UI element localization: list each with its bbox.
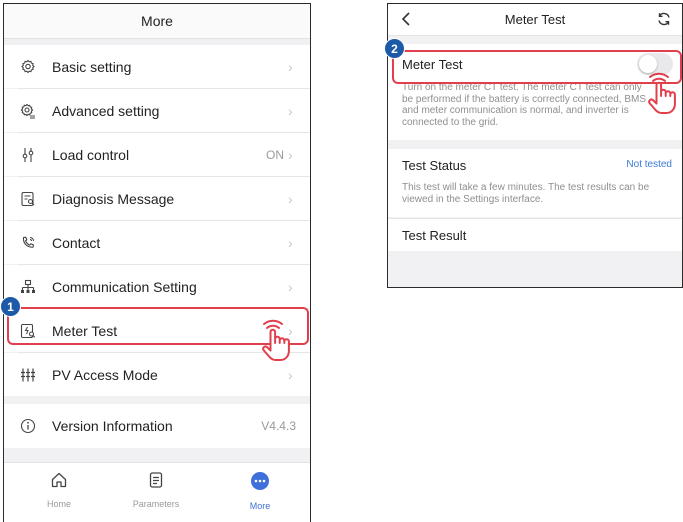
tab-label: Parameters bbox=[132, 499, 180, 509]
phone-icon bbox=[18, 233, 38, 253]
diagnosis-icon bbox=[18, 189, 38, 209]
info-icon bbox=[18, 416, 38, 436]
gear-icon bbox=[18, 57, 38, 77]
test-result-label: Test Result bbox=[402, 228, 467, 243]
menu-item-basic-setting[interactable]: Basic setting › bbox=[4, 45, 310, 88]
menu-item-label: Basic setting bbox=[52, 58, 132, 75]
meter-test-screen: Meter Test Meter Test Turn on the meter … bbox=[387, 3, 683, 288]
hand-pointer-icon bbox=[640, 72, 682, 121]
test-status-section: Test Status Not tested This test will ta… bbox=[388, 149, 682, 217]
chevron-right-icon: › bbox=[288, 234, 293, 251]
chevron-right-icon: › bbox=[288, 278, 293, 295]
more-header: More bbox=[4, 4, 310, 39]
menu-item-label: Diagnosis Message bbox=[52, 190, 175, 207]
menu-item-contact[interactable]: Contact › bbox=[4, 221, 310, 264]
menu-item-diagnosis-message[interactable]: Diagnosis Message › bbox=[4, 177, 310, 220]
refresh-icon bbox=[658, 12, 670, 26]
tab-label: More bbox=[249, 501, 271, 511]
chevron-right-icon: › bbox=[288, 146, 293, 163]
chevron-right-icon: › bbox=[288, 102, 293, 119]
menu-item-label: PV Access Mode bbox=[52, 366, 158, 383]
tab-label: Home bbox=[46, 499, 71, 509]
test-status-value: Not tested bbox=[626, 159, 672, 170]
tab-parameters[interactable]: Parameters bbox=[126, 471, 186, 509]
document-icon bbox=[147, 471, 165, 491]
tab-home[interactable]: Home bbox=[29, 471, 89, 509]
menu-item-communication-setting[interactable]: Communication Setting › bbox=[4, 265, 310, 308]
test-status-note: This test will take a few minutes. The t… bbox=[402, 182, 650, 205]
test-result-row[interactable]: Test Result bbox=[388, 218, 682, 251]
more-icon bbox=[250, 471, 270, 493]
menu-item-load-control[interactable]: Load control ON › bbox=[4, 133, 310, 176]
meter-test-toggle-highlight bbox=[392, 50, 682, 84]
test-status-label: Test Status bbox=[402, 158, 467, 173]
bottom-tab-bar: Home Parameters More bbox=[4, 462, 310, 522]
meter-test-header: Meter Test bbox=[388, 4, 682, 36]
chevron-right-icon: › bbox=[288, 58, 293, 75]
home-icon bbox=[50, 471, 68, 491]
page-title: More bbox=[141, 13, 173, 29]
menu-item-label: Advanced setting bbox=[52, 102, 160, 119]
step-badge-2: 2 bbox=[384, 38, 405, 59]
pv-mode-icon bbox=[18, 365, 38, 385]
back-button[interactable] bbox=[400, 11, 414, 30]
refresh-button[interactable] bbox=[656, 11, 672, 30]
meter-test-note: Turn on the meter CT test. The meter CT … bbox=[402, 82, 646, 128]
hand-pointer-icon bbox=[254, 319, 296, 368]
menu-item-advanced-setting[interactable]: Advanced setting › bbox=[4, 89, 310, 132]
chevron-right-icon: › bbox=[288, 366, 293, 383]
version-value: V4.4.3 bbox=[261, 419, 296, 433]
version-label: Version Information bbox=[52, 418, 173, 434]
network-icon bbox=[18, 277, 38, 297]
version-information-row[interactable]: Version Information V4.4.3 bbox=[4, 404, 310, 448]
gear-list-icon bbox=[18, 101, 38, 121]
tab-more[interactable]: More bbox=[230, 471, 290, 511]
chevron-right-icon: › bbox=[288, 190, 293, 207]
step-badge-1: 1 bbox=[0, 296, 21, 317]
menu-item-label: Contact bbox=[52, 234, 101, 251]
more-screen: More Basic setting › Advanced setting › … bbox=[3, 3, 311, 522]
load-control-status: ON bbox=[266, 147, 284, 162]
chevron-left-icon bbox=[401, 12, 410, 26]
sliders-icon bbox=[18, 145, 38, 165]
page-title: Meter Test bbox=[504, 12, 566, 27]
menu-item-label: Communication Setting bbox=[52, 278, 197, 295]
menu-item-label: Load control bbox=[52, 146, 130, 163]
